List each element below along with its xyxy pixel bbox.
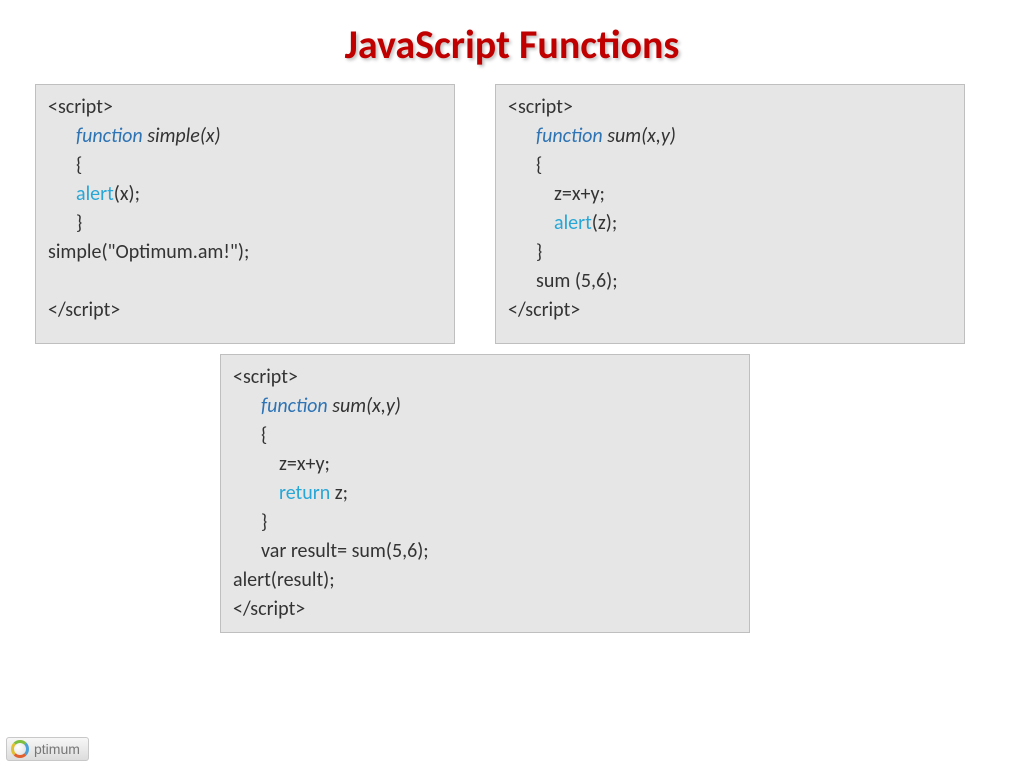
- fn-name: simple(x): [143, 124, 221, 148]
- code-example-simple: <script> function simple(x) { alert(x); …: [35, 84, 455, 344]
- assign-line: z=x+y;: [508, 180, 952, 209]
- alert-call: alert: [76, 182, 114, 206]
- args: (x);: [114, 182, 140, 206]
- code-line: function sum(x,y): [508, 122, 952, 151]
- top-row: <script> function simple(x) { alert(x); …: [0, 84, 1024, 344]
- alert-call: alert: [554, 211, 592, 235]
- tag-close: </script>: [48, 298, 120, 322]
- optimum-logo: ptimum: [6, 737, 89, 761]
- var-line: var result= sum(5,6);: [233, 537, 737, 566]
- code-example-sum-alert: <script> function sum(x,y) { z=x+y; aler…: [495, 84, 965, 344]
- logo-ring-icon: [11, 740, 29, 758]
- code-line: return z;: [233, 479, 737, 508]
- alert-line: alert(result);: [233, 568, 335, 592]
- fn-name: sum(x,y): [328, 394, 401, 418]
- tag-close: </script>: [508, 298, 580, 322]
- keyword-function: function: [536, 124, 603, 148]
- code-line: alert(x);: [48, 180, 442, 209]
- args: (z);: [592, 211, 617, 235]
- brace-close: }: [508, 238, 952, 267]
- invoke-line: simple("Optimum.am!");: [48, 240, 249, 264]
- fn-name: sum(x,y): [603, 124, 676, 148]
- keyword-function: function: [76, 124, 143, 148]
- return-keyword: return: [279, 481, 330, 505]
- brace-close: }: [233, 508, 737, 537]
- code-example-sum-return: <script> function sum(x,y) { z=x+y; retu…: [220, 354, 750, 633]
- brace-open: {: [233, 421, 737, 450]
- brace-close: }: [48, 209, 442, 238]
- code-line: function simple(x): [48, 122, 442, 151]
- tag-close: </script>: [233, 597, 305, 621]
- slide-title: JavaScript Functions: [0, 0, 1024, 84]
- logo-text: ptimum: [34, 741, 80, 757]
- brace-open: {: [48, 151, 442, 180]
- code-line: function sum(x,y): [233, 392, 737, 421]
- bottom-row: <script> function sum(x,y) { z=x+y; retu…: [0, 354, 1024, 633]
- return-value: z;: [330, 481, 348, 505]
- tag-open: <script>: [508, 95, 573, 119]
- invoke-line: sum (5,6);: [508, 267, 952, 296]
- code-line: alert(z);: [508, 209, 952, 238]
- tag-open: <script>: [233, 365, 298, 389]
- assign-line: z=x+y;: [233, 450, 737, 479]
- brace-open: {: [508, 151, 952, 180]
- keyword-function: function: [261, 394, 328, 418]
- tag-open: <script>: [48, 95, 113, 119]
